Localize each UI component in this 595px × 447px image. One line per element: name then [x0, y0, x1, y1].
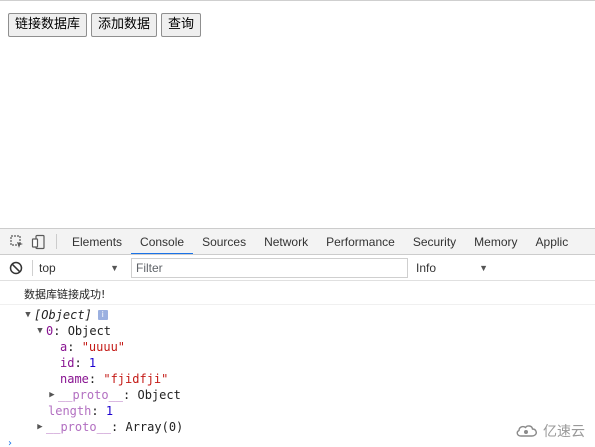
field-value: "uuuu" [81, 340, 126, 354]
prompt-chevron-icon: › [8, 437, 12, 447]
collapse-triangle-icon[interactable]: ▶ [34, 419, 46, 435]
proto-value: Object [137, 388, 181, 402]
tree-field-row: name: "fjidfji" [60, 372, 169, 386]
page-button-bar: 链接数据库 添加数据 查询 [8, 13, 202, 37]
log-levels-value: Info [416, 260, 437, 275]
web-page: 链接数据库 添加数据 查询 [0, 0, 595, 228]
info-icon[interactable]: i [97, 310, 108, 320]
expand-triangle-icon[interactable]: ▼ [34, 323, 46, 339]
tree-array-proto-row[interactable]: ▶ __proto__: Array(0) [0, 419, 595, 435]
watermark: 亿速云 [515, 421, 585, 441]
dropdown-arrow-icon: ▼ [110, 262, 119, 273]
dropdown-arrow-icon: ▼ [479, 262, 488, 273]
proto-value: Array(0) [125, 420, 184, 434]
log-message-text: 数据库链接成功! [24, 287, 106, 301]
field-key: id [60, 356, 75, 370]
tab-console[interactable]: Console [131, 229, 194, 254]
clear-console-icon[interactable] [8, 260, 24, 276]
tree-length-row: length: 1 [48, 404, 114, 418]
tab-memory[interactable]: Memory [465, 229, 526, 254]
proto-key: __proto__ [46, 420, 112, 434]
field-key: name [60, 372, 89, 386]
add-data-button[interactable]: 添加数据 [91, 13, 158, 37]
tab-performance[interactable]: Performance [317, 229, 404, 254]
tree-item-key: 0 [46, 324, 54, 338]
tab-sources[interactable]: Sources [193, 229, 255, 254]
toolbar-divider [32, 259, 33, 276]
tree-field-row: id: 1 [60, 356, 97, 370]
tab-application[interactable]: Applic [527, 229, 578, 254]
tab-network[interactable]: Network [255, 229, 317, 254]
inspect-element-icon[interactable] [6, 229, 28, 254]
tab-security[interactable]: Security [404, 229, 465, 254]
field-value: 1 [88, 356, 97, 370]
query-button[interactable]: 查询 [161, 13, 202, 37]
length-key: length [48, 404, 92, 418]
watermark-text: 亿速云 [543, 424, 585, 440]
devtools-panel: Elements Console Sources Network Perform… [0, 228, 595, 447]
context-value: top [39, 260, 56, 275]
console-output: 数据库链接成功! ▼ [Object] i ▼ 0: Object a: "uu… [0, 283, 595, 447]
log-levels-selector[interactable]: Info ▼ [416, 259, 488, 277]
collapse-triangle-icon[interactable]: ▶ [46, 387, 58, 403]
length-value: 1 [105, 404, 114, 418]
toolbar-divider [56, 234, 57, 249]
tree-field-row: a: "uuuu" [60, 340, 126, 354]
devtools-tab-bar: Elements Console Sources Network Perform… [0, 229, 595, 255]
tree-item-row[interactable]: ▼ 0: Object [0, 323, 595, 339]
filter-input[interactable] [131, 257, 408, 278]
tree-proto-row[interactable]: ▶ __proto__: Object [0, 387, 595, 403]
console-toolbar: top ▼ Info ▼ [0, 255, 595, 281]
tab-elements[interactable]: Elements [63, 229, 131, 254]
proto-key: __proto__ [58, 388, 124, 402]
console-log-message: 数据库链接成功! [0, 283, 595, 305]
context-selector[interactable]: top ▼ [39, 259, 125, 277]
expand-triangle-icon[interactable]: ▼ [22, 307, 34, 323]
cloud-logo-icon [516, 425, 537, 437]
tree-root-label: [Object] [34, 308, 92, 322]
tree-root-row[interactable]: ▼ [Object] i [0, 307, 595, 323]
device-toolbar-icon[interactable] [28, 229, 50, 254]
field-value: "fjidfji" [103, 372, 169, 386]
field-key: a [60, 340, 68, 354]
object-tree: ▼ [Object] i ▼ 0: Object a: "uuuu" id: 1… [0, 305, 595, 435]
connect-database-button[interactable]: 链接数据库 [8, 13, 88, 37]
tree-item-type: Object [67, 324, 112, 338]
console-prompt[interactable]: › [0, 438, 595, 447]
